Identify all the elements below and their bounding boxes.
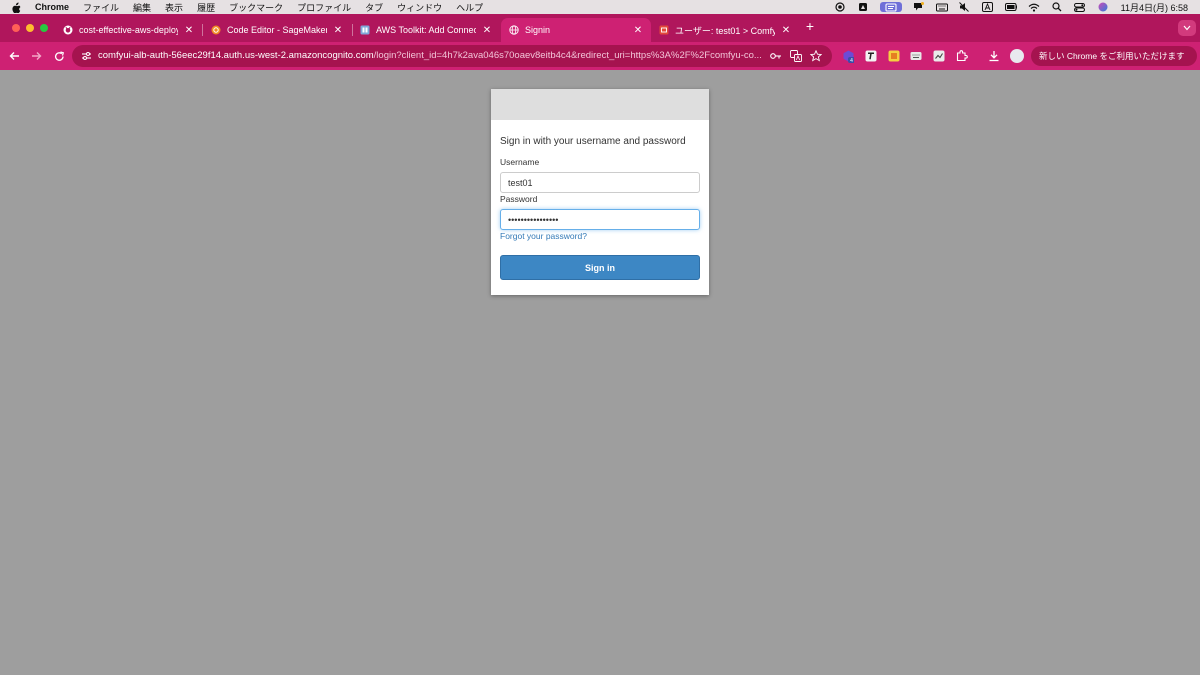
username-input[interactable] (500, 172, 700, 193)
username-label: Username (500, 157, 540, 167)
extensions-puzzle-icon[interactable] (956, 50, 968, 62)
menu-profiles[interactable]: プロファイル (297, 1, 351, 14)
signin-button[interactable]: Sign in (500, 255, 700, 280)
browser-tab-aws-toolkit[interactable]: AWS Toolkit: Add Connection ✕ (352, 18, 500, 42)
tab-title: AWS Toolkit: Add Connection (376, 25, 476, 35)
menu-bookmarks[interactable]: ブックマーク (229, 1, 283, 14)
extension-badge-count: 4 (850, 57, 853, 62)
tab-title: ユーザー: test01 > ComfyUIus (675, 25, 775, 36)
menu-window[interactable]: ウィンドウ (397, 1, 442, 14)
screen-recorder-icon[interactable] (834, 2, 846, 12)
extension-hexagon-icon[interactable]: 4 (842, 50, 854, 63)
url-host: comfyui-alb-auth-56eec29f14.auth.us-west… (98, 50, 374, 61)
apple-icon[interactable] (11, 1, 23, 13)
mute-icon[interactable] (959, 2, 971, 12)
extension-screenshot-icon[interactable] (933, 50, 945, 62)
menu-edit[interactable]: 編集 (133, 1, 151, 14)
tab-title: Code Editor - SageMaker Stu (227, 25, 327, 35)
tab-close-icon[interactable]: ✕ (333, 25, 343, 36)
spotlight-search-icon[interactable] (1051, 2, 1063, 12)
reload-button[interactable] (52, 49, 66, 63)
menu-app-chrome[interactable]: Chrome (35, 2, 69, 12)
password-input[interactable] (500, 209, 700, 230)
browser-tab-code-editor[interactable]: Code Editor - SageMaker Stu ✕ (203, 18, 351, 42)
code-editor-icon (211, 25, 221, 35)
extension-t-icon[interactable] (865, 50, 877, 62)
downloads-icon[interactable] (988, 50, 1000, 62)
bookmark-star-icon[interactable] (810, 50, 822, 62)
github-icon (63, 25, 73, 35)
menu-file[interactable]: ファイル (83, 1, 119, 14)
tab-title: Signin (525, 25, 551, 35)
extension-keyboard-icon[interactable] (910, 50, 922, 62)
input-source-icon[interactable] (982, 2, 994, 12)
drive-icon[interactable] (857, 2, 869, 12)
aws-console-icon (659, 25, 669, 35)
menu-tab[interactable]: タブ (365, 1, 383, 14)
keyboard-icon[interactable] (935, 2, 948, 12)
control-center-icon[interactable] (1074, 2, 1086, 12)
url-path: /login?client_id=4h7k2ava046s70oaev8eitb… (373, 50, 762, 61)
siri-icon[interactable] (1097, 2, 1109, 12)
menu-bar-status-area: 11月4日(月) 6:58 (823, 0, 1188, 14)
macos-menu-bar: Chrome ファイル 編集 表示 履歴 ブックマーク プロファイル タブ ウィ… (0, 0, 1200, 14)
aws-toolkit-icon (360, 25, 370, 35)
browser-tab-github[interactable]: cost-effective-aws-deployme ✕ (55, 18, 202, 42)
translate-icon[interactable] (790, 50, 802, 62)
globe-icon (509, 25, 519, 35)
window-zoom-button[interactable] (40, 24, 48, 32)
screen-mirroring-icon[interactable] (879, 2, 902, 12)
browser-toolbar: comfyui-alb-auth-56eec29f14.auth.us-west… (0, 42, 1200, 70)
address-bar-url: comfyui-alb-auth-56eec29f14.auth.us-west… (98, 49, 768, 63)
menu-bar-clock[interactable]: 11月4日(月) 6:58 (1121, 1, 1188, 14)
signin-banner (491, 89, 709, 120)
tab-close-icon[interactable]: ✕ (482, 25, 492, 36)
new-tab-button[interactable]: + (803, 18, 817, 34)
profile-avatar[interactable] (1010, 49, 1024, 63)
forward-button[interactable] (29, 49, 43, 63)
window-close-button[interactable] (12, 24, 20, 32)
browser-tab-strip: cost-effective-aws-deployme ✕ Code Edito… (0, 14, 1200, 42)
tab-close-icon[interactable]: ✕ (781, 25, 791, 36)
new-chrome-available-chip[interactable]: 新しい Chrome をご利用いただけます (1031, 46, 1197, 66)
browser-tab-signin-active[interactable]: Signin ✕ (501, 18, 651, 42)
password-key-icon[interactable] (770, 50, 782, 62)
forgot-password-link[interactable]: Forgot your password? (500, 231, 587, 241)
tab-close-icon[interactable]: ✕ (633, 25, 643, 36)
signin-card: Sign in with your username and password … (491, 89, 709, 295)
wifi-icon[interactable] (1028, 2, 1040, 12)
battery-icon (1004, 2, 1017, 12)
tab-search-button[interactable] (1178, 20, 1196, 36)
address-bar[interactable]: comfyui-alb-auth-56eec29f14.auth.us-west… (72, 45, 832, 67)
browser-tab-aws-users[interactable]: ユーザー: test01 > ComfyUIus ✕ (651, 18, 799, 42)
tab-title: cost-effective-aws-deployme (79, 25, 178, 35)
menu-help[interactable]: ヘルプ (456, 1, 483, 14)
window-minimize-button[interactable] (26, 24, 34, 32)
menu-history[interactable]: 履歴 (197, 1, 215, 14)
menu-view[interactable]: 表示 (165, 1, 183, 14)
notification-chat-icon[interactable] (913, 2, 925, 12)
password-label: Password (500, 194, 538, 204)
back-button[interactable] (7, 49, 21, 63)
site-info-icon[interactable] (80, 50, 92, 62)
tab-close-icon[interactable]: ✕ (184, 25, 194, 36)
signin-heading: Sign in with your username and password (500, 136, 686, 147)
extension-note-icon[interactable] (888, 50, 900, 62)
